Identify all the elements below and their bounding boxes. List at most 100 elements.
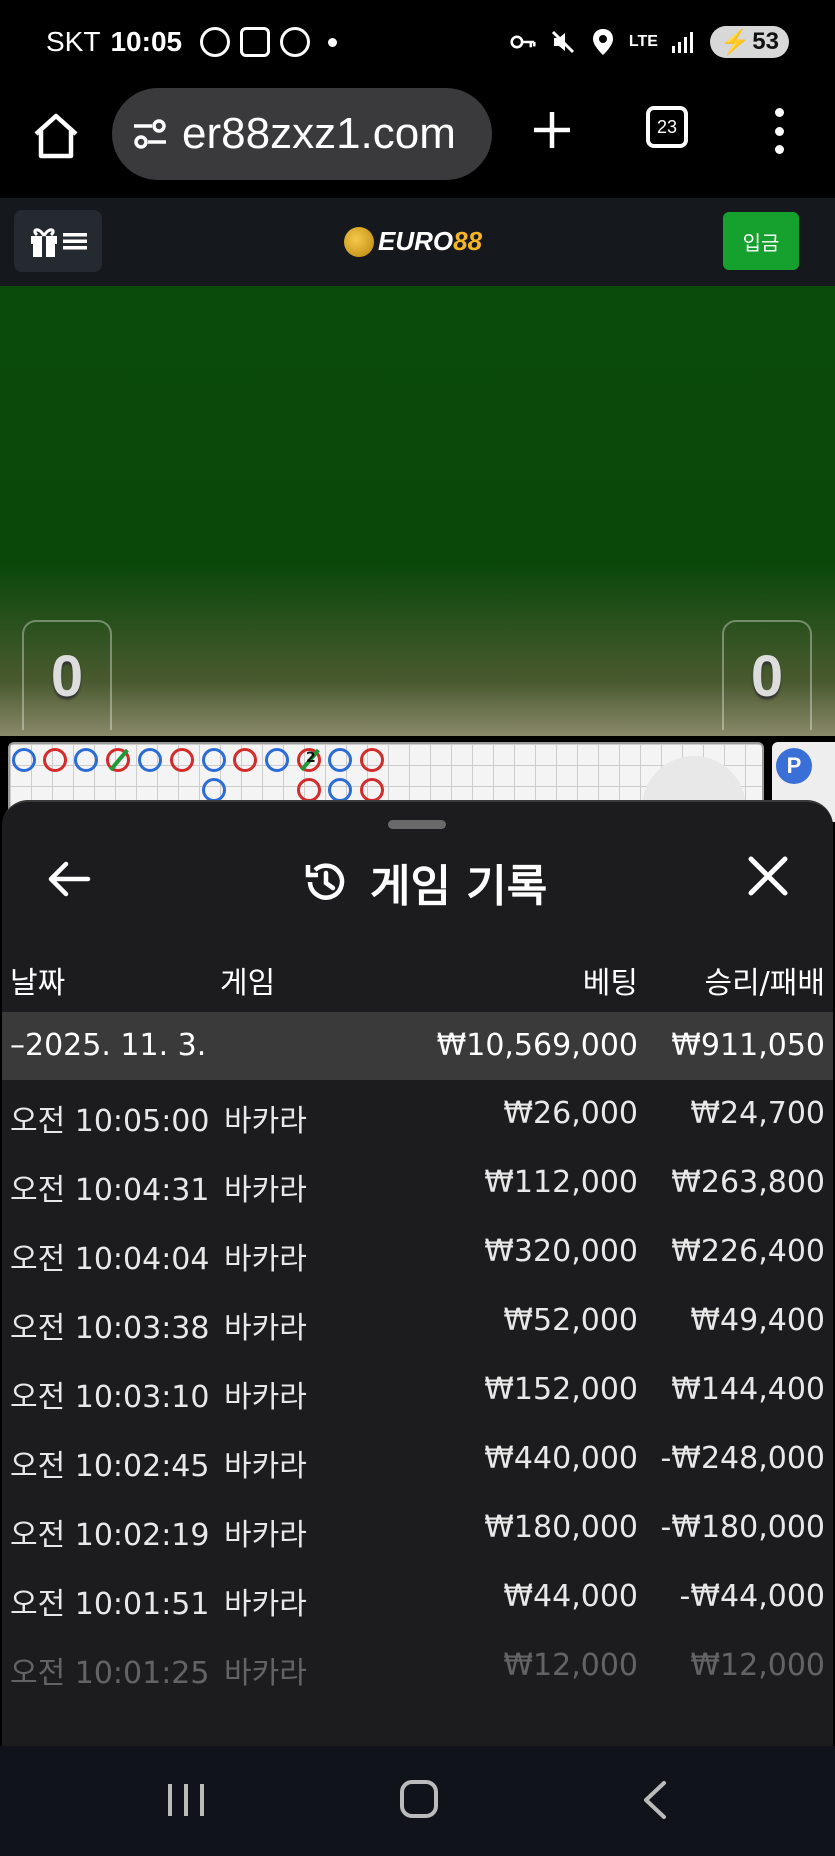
roadmap-banker-mark (360, 778, 384, 802)
system-nav-bar (0, 1746, 835, 1856)
row-win-loss: ₩24,700 (690, 1096, 825, 1131)
gift-icon (31, 228, 57, 257)
battery-level: 53 (752, 28, 779, 55)
nav-back-button[interactable] (640, 1780, 670, 1820)
row-game: 바카라 (224, 1449, 307, 1484)
row-game: 바카라 (224, 1242, 307, 1277)
home-icon (34, 113, 78, 159)
game-history-sheet: 게임 기록 날짜 게임 베팅 승리/패배 –2025. 11. 3. ₩10,5… (2, 800, 833, 1746)
row-win-loss: -₩44,000 (679, 1579, 825, 1614)
home-button[interactable] (30, 110, 82, 162)
roadmap-player-mark (12, 748, 36, 772)
row-win-loss: ₩144,400 (671, 1372, 825, 1407)
roadmap-banker-mark (43, 748, 67, 772)
row-game: 바카라 (224, 1518, 307, 1553)
sheet-title: 게임 기록 (302, 850, 547, 914)
lte-icon: LTE (628, 33, 658, 50)
site-logo[interactable]: EURO88 (344, 226, 482, 257)
nav-home-button[interactable] (400, 1780, 438, 1818)
new-tab-button[interactable] (530, 108, 574, 152)
history-list: 오전 10:05:00 바카라 ₩26,000 ₩24,700 오전 10:04:31… (2, 1080, 833, 1701)
recent-apps-button[interactable] (168, 1784, 204, 1816)
gift-menu-button[interactable] (14, 210, 102, 272)
sheet-drag-handle[interactable] (388, 820, 446, 829)
history-icon (305, 863, 345, 900)
more-menu-button[interactable] (770, 108, 788, 154)
row-win-loss: ₩49,400 (690, 1303, 825, 1338)
row-game: 바카라 (224, 1380, 307, 1415)
plus-icon (534, 112, 570, 148)
battery-indicator: ⚡ 53 (710, 26, 789, 58)
row-time: 오전 10:05:00 (10, 1104, 210, 1139)
row-win-loss: -₩248,000 (660, 1441, 825, 1476)
clock: 10:05 (110, 26, 183, 57)
roadmap-player-mark (74, 748, 98, 772)
logo-text: EURO88 (378, 226, 483, 256)
history-row[interactable]: 오전 10:05:00 바카라 ₩26,000 ₩24,700 (2, 1080, 833, 1149)
history-row[interactable]: 오전 10:03:10 바카라 ₩152,000 ₩144,400 (2, 1356, 833, 1425)
hamburger-icon (63, 233, 87, 250)
notification-shoe-icon (240, 27, 271, 57)
charging-icon: ⚡ (720, 28, 751, 56)
notification-app-icon (200, 27, 231, 57)
row-win-loss: ₩12,000 (690, 1648, 825, 1683)
sheet-title-text: 게임 기록 (370, 861, 548, 912)
row-bet: ₩180,000 (484, 1510, 638, 1545)
history-row[interactable]: 오전 10:03:38 바카라 ₩52,000 ₩49,400 (2, 1287, 833, 1356)
browser-toolbar: er88zxz1.com 23 (0, 84, 835, 198)
site-settings-icon[interactable] (130, 114, 170, 154)
url-text: er88zxz1.com (182, 109, 456, 158)
row-bet: ₩26,000 (503, 1096, 638, 1131)
player-score: 0 (22, 620, 112, 730)
history-row[interactable]: 오전 10:04:31 바카라 ₩112,000 ₩263,800 (2, 1149, 833, 1218)
roadmap-tie-count: 2 (306, 750, 316, 766)
row-bet: ₩52,000 (503, 1303, 638, 1338)
row-time: 오전 10:01:51 (10, 1587, 210, 1622)
site-header: EURO88 입금 (0, 198, 835, 286)
signal-icon (670, 29, 696, 55)
history-row[interactable]: 오전 10:01:51 바카라 ₩44,000 -₩44,000 (2, 1563, 833, 1632)
row-time: 오전 10:03:10 (10, 1380, 210, 1415)
row-time: 오전 10:03:38 (10, 1311, 210, 1346)
carrier: SKT (46, 26, 101, 57)
date-summary-row[interactable]: –2025. 11. 3. ₩10,569,000 ₩911,050 (2, 1012, 833, 1080)
row-win-loss: ₩263,800 (671, 1165, 825, 1200)
row-game: 바카라 (224, 1587, 307, 1622)
soccer-ball-icon (344, 226, 374, 257)
deposit-button[interactable]: 입금 (723, 212, 799, 270)
summary-bet: ₩10,569,000 (436, 1028, 638, 1063)
game-table: 0 0 (0, 286, 835, 736)
summary-date: –2025. 11. 3. (10, 1028, 207, 1063)
mute-icon (550, 29, 576, 55)
tab-switcher-button[interactable]: 23 (646, 106, 688, 148)
history-row[interactable]: 오전 10:04:04 바카라 ₩320,000 ₩226,400 (2, 1218, 833, 1287)
column-header-game: 게임 (220, 966, 276, 1001)
roadmap-player-mark (138, 748, 162, 772)
vpn-key-icon (510, 29, 536, 55)
row-bet: ₩440,000 (484, 1441, 638, 1476)
back-button[interactable] (44, 854, 94, 904)
roadmap-player-mark (328, 748, 352, 772)
column-header-bet: 베팅 (582, 966, 638, 1001)
roadmap-banker-mark (297, 778, 321, 802)
roadmap-player-mark (328, 778, 352, 802)
close-button[interactable] (746, 854, 790, 898)
close-icon (748, 856, 788, 896)
address-bar[interactable]: er88zxz1.com (112, 88, 492, 180)
history-row[interactable]: 오전 10:02:45 바카라 ₩440,000 -₩248,000 (2, 1425, 833, 1494)
row-game: 바카라 (224, 1311, 307, 1346)
notification-b-icon (280, 27, 311, 57)
history-row[interactable]: 오전 10:02:19 바카라 ₩180,000 -₩180,000 (2, 1494, 833, 1563)
status-bar: SKT 10:05 LTE ⚡ 53 (0, 0, 835, 84)
row-time: 오전 10:02:45 (10, 1449, 210, 1484)
column-header-date: 날짜 (10, 966, 66, 1001)
row-bet: ₩44,000 (503, 1579, 638, 1614)
row-time: 오전 10:04:04 (10, 1242, 210, 1277)
chevron-left-icon (644, 1781, 666, 1819)
row-win-loss: ₩226,400 (671, 1234, 825, 1269)
location-icon (590, 29, 616, 55)
row-bet: ₩112,000 (484, 1165, 638, 1200)
banker-score: 0 (722, 620, 812, 730)
history-row[interactable]: 오전 10:01:25 바카라 ₩12,000 ₩12,000 (2, 1632, 833, 1701)
roadmap-banker-mark (360, 748, 384, 772)
